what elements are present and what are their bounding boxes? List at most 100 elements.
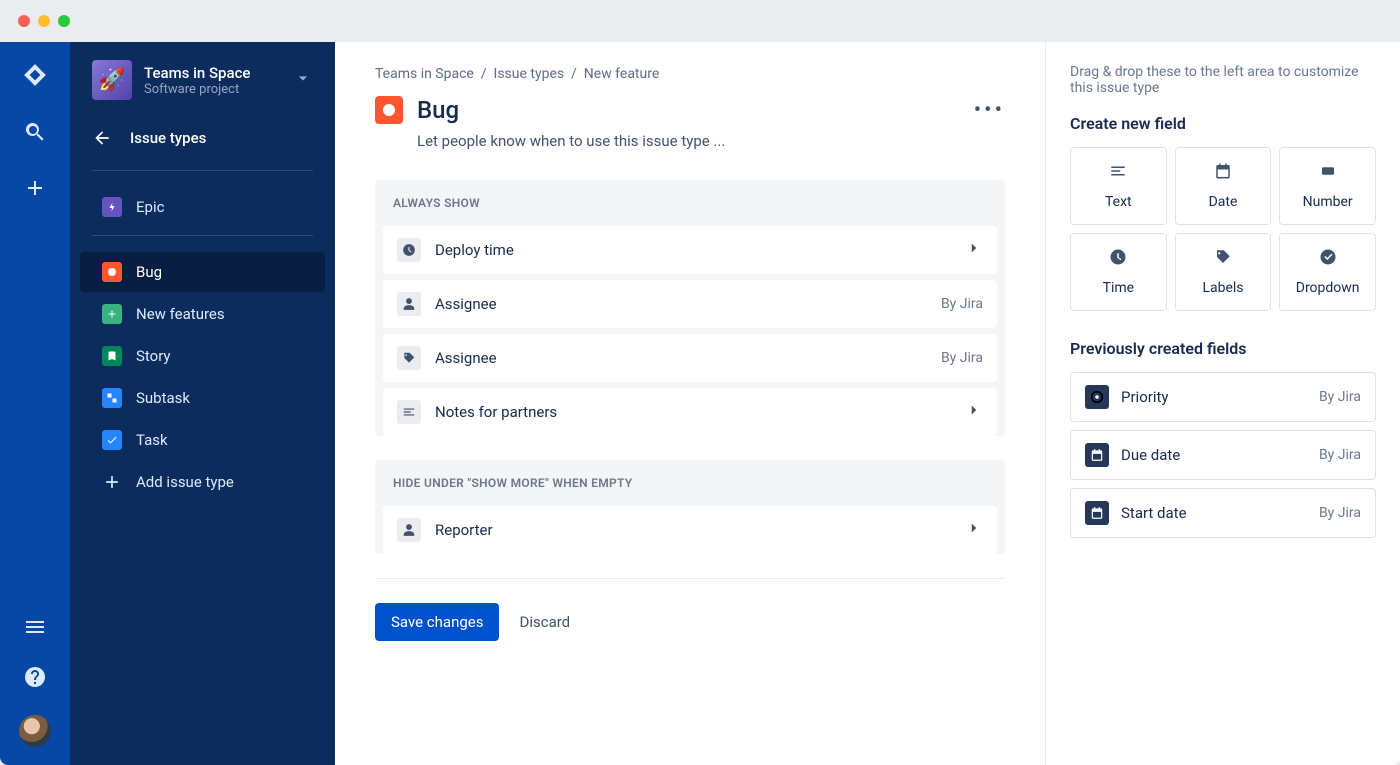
- field-type-label: Time: [1103, 280, 1134, 296]
- save-button[interactable]: Save changes: [375, 603, 499, 641]
- close-window-icon[interactable]: [18, 15, 30, 27]
- person-icon: [397, 292, 421, 316]
- sidebar-item-epic[interactable]: Epic: [80, 187, 325, 227]
- chevron-right-icon: [965, 239, 983, 261]
- clock-icon: [397, 238, 421, 262]
- sidebar-item-label: Epic: [136, 198, 164, 216]
- subtask-icon: [102, 388, 122, 408]
- field-type-card[interactable]: Number: [1279, 147, 1376, 225]
- main-content: Teams in Space / Issue types / New featu…: [335, 42, 1045, 765]
- field-type-label: Dropdown: [1296, 280, 1360, 296]
- previous-field-item[interactable]: Due date By Jira: [1070, 430, 1376, 480]
- chevron-down-icon: [293, 68, 313, 92]
- previous-field-label: Priority: [1121, 388, 1168, 406]
- field-label: Assignee: [435, 295, 497, 313]
- palette-hint: Drag & drop these to the left area to cu…: [1070, 64, 1376, 96]
- issue-type-icon: [375, 96, 403, 124]
- breadcrumb-item[interactable]: Teams in Space: [375, 66, 474, 82]
- search-icon[interactable]: [23, 120, 47, 148]
- previous-field-meta: By Jira: [1319, 505, 1361, 521]
- hide-when-empty-section: HIDE UNDER "SHOW MORE" WHEN EMPTY Report…: [375, 460, 1005, 554]
- field-row[interactable]: Notes for partners: [383, 388, 997, 436]
- task-icon: [102, 430, 122, 450]
- project-switcher[interactable]: 🚀 Teams in Space Software project: [70, 60, 335, 114]
- field-type-card[interactable]: Labels: [1175, 233, 1272, 311]
- always-show-section: ALWAYS SHOW Deploy time Assignee By Jira…: [375, 180, 1005, 436]
- sidebar-item-label: New features: [136, 305, 225, 323]
- number-icon: [1319, 162, 1337, 184]
- person-icon: [397, 518, 421, 542]
- breadcrumb-item[interactable]: New feature: [584, 66, 659, 82]
- target-icon: [1085, 385, 1109, 409]
- previous-field-item[interactable]: Start date By Jira: [1070, 488, 1376, 538]
- chevron-right-icon: [965, 401, 983, 423]
- sidebar-item-label: Bug: [136, 263, 162, 281]
- previous-field-meta: By Jira: [1319, 447, 1361, 463]
- previous-field-label: Due date: [1121, 446, 1180, 464]
- breadcrumb[interactable]: Teams in Space / Issue types / New featu…: [375, 66, 1005, 82]
- previous-field-meta: By Jira: [1319, 389, 1361, 405]
- field-row[interactable]: Reporter: [383, 506, 997, 554]
- sidebar-add-issue-type[interactable]: Add issue type: [80, 462, 325, 502]
- minimize-window-icon[interactable]: [38, 15, 50, 27]
- field-type-card[interactable]: Date: [1175, 147, 1272, 225]
- field-row[interactable]: Deploy time: [383, 226, 997, 274]
- sidebar-item-story[interactable]: Story: [80, 336, 325, 376]
- sidebar-item-bug[interactable]: Bug: [80, 252, 325, 292]
- field-type-label: Labels: [1202, 280, 1243, 296]
- sidebar-divider: [92, 170, 313, 171]
- field-meta: By Jira: [941, 296, 983, 312]
- section-header: HIDE UNDER "SHOW MORE" WHEN EMPTY: [375, 460, 1005, 500]
- bug-icon: [102, 262, 122, 282]
- avatar[interactable]: [19, 715, 51, 747]
- calendar-icon: [1085, 443, 1109, 467]
- field-label: Deploy time: [435, 241, 514, 259]
- field-label: Notes for partners: [435, 403, 557, 421]
- field-row[interactable]: Assignee By Jira: [383, 334, 997, 382]
- breadcrumb-item[interactable]: Issue types: [494, 66, 565, 82]
- field-type-label: Number: [1303, 194, 1353, 210]
- tag-icon: [1214, 248, 1232, 270]
- new-feature-icon: [102, 304, 122, 324]
- sidebar-item-subtask[interactable]: Subtask: [80, 378, 325, 418]
- maximize-window-icon[interactable]: [58, 15, 70, 27]
- epic-icon: [102, 197, 122, 217]
- sidebar-item-label: Add issue type: [136, 473, 234, 491]
- back-label: Issue types: [130, 129, 206, 147]
- more-actions-icon[interactable]: •••: [974, 98, 1005, 123]
- back-button[interactable]: Issue types: [70, 114, 335, 162]
- field-type-card[interactable]: Text: [1070, 147, 1167, 225]
- chevron-right-icon: [965, 519, 983, 541]
- calendar-icon: [1214, 162, 1232, 184]
- sidebar-divider: [92, 235, 313, 236]
- sidebar-item-label: Task: [136, 431, 168, 449]
- project-icon: 🚀: [92, 60, 132, 100]
- story-icon: [102, 346, 122, 366]
- field-palette: Drag & drop these to the left area to cu…: [1045, 42, 1400, 765]
- issue-type-description[interactable]: Let people know when to use this issue t…: [417, 132, 1005, 150]
- sidebar-item-task[interactable]: Task: [80, 420, 325, 460]
- previous-field-item[interactable]: Priority By Jira: [1070, 372, 1376, 422]
- field-row[interactable]: Assignee By Jira: [383, 280, 997, 328]
- help-icon[interactable]: [23, 665, 47, 693]
- previous-field-label: Start date: [1121, 504, 1187, 522]
- sidebar-item-label: Subtask: [136, 389, 190, 407]
- create-field-title: Create new field: [1070, 114, 1376, 133]
- field-meta: By Jira: [941, 350, 983, 366]
- jira-logo-icon[interactable]: [22, 62, 48, 92]
- clock-icon: [1109, 248, 1127, 270]
- section-header: ALWAYS SHOW: [375, 180, 1005, 220]
- field-type-label: Date: [1209, 194, 1238, 210]
- field-type-card[interactable]: Dropdown: [1279, 233, 1376, 311]
- menu-icon[interactable]: [23, 615, 47, 643]
- field-type-label: Text: [1105, 194, 1132, 210]
- tag-icon: [397, 346, 421, 370]
- sidebar-item-label: Story: [136, 347, 171, 365]
- previous-fields-title: Previously created fields: [1070, 339, 1376, 358]
- calendar-icon: [1085, 501, 1109, 525]
- sidebar-item-new-features[interactable]: New features: [80, 294, 325, 334]
- field-type-card[interactable]: Time: [1070, 233, 1167, 311]
- create-icon[interactable]: [23, 176, 47, 204]
- field-label: Reporter: [435, 521, 493, 539]
- discard-button[interactable]: Discard: [519, 613, 570, 631]
